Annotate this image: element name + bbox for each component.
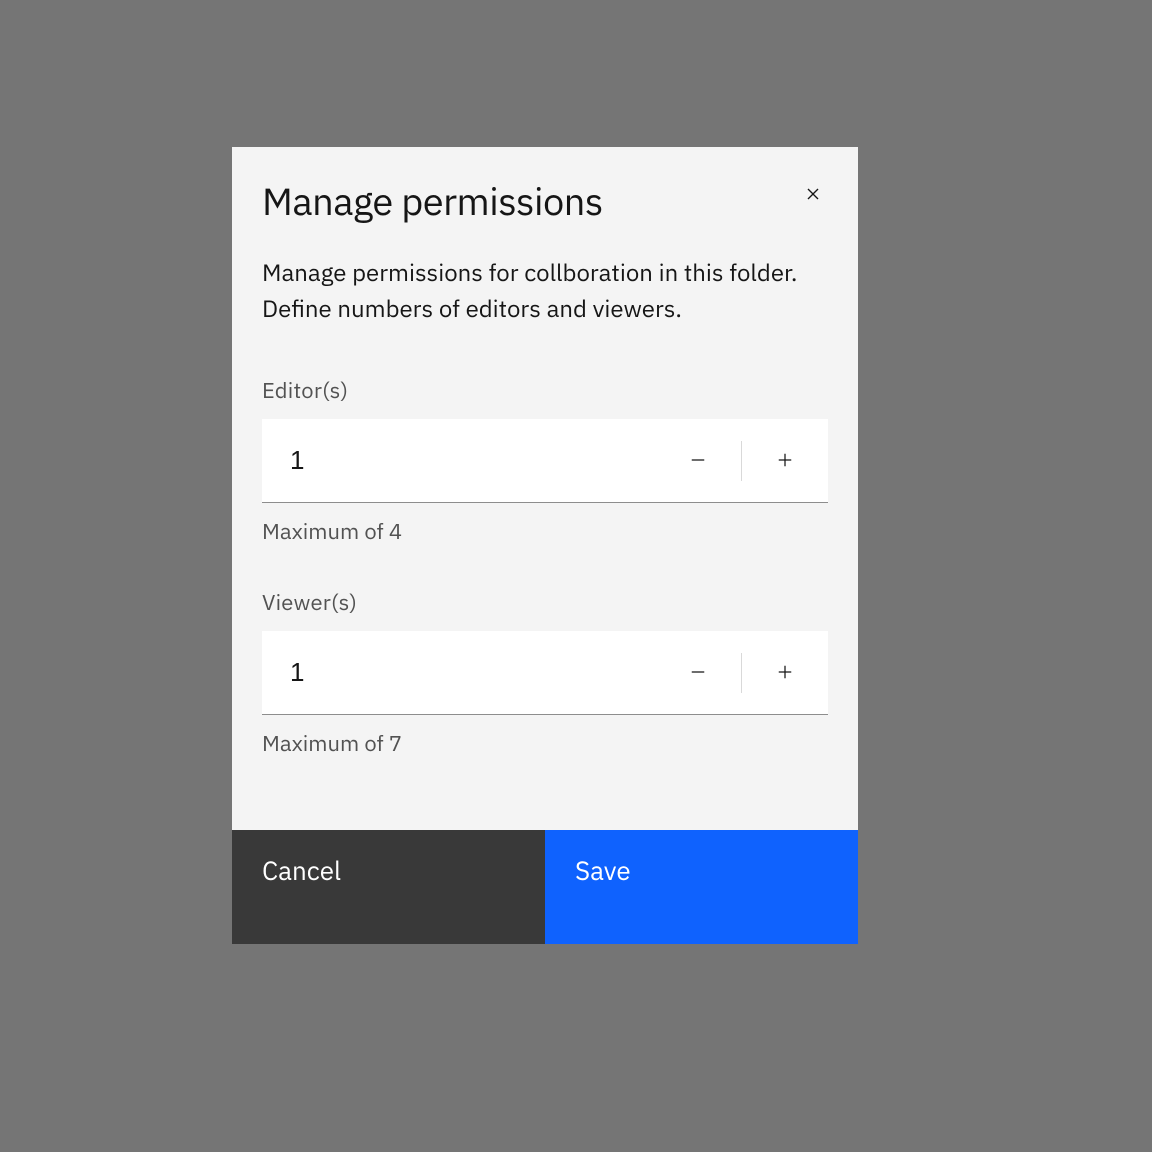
editors-increment-button[interactable] bbox=[742, 419, 828, 502]
viewers-field: Viewer(s) Maximum of 7 bbox=[232, 588, 858, 758]
minus-icon bbox=[688, 444, 708, 478]
save-button[interactable]: Save bbox=[545, 830, 858, 944]
modal-description: Manage permissions for collboration in t… bbox=[232, 226, 858, 326]
editors-value-input[interactable] bbox=[262, 419, 655, 502]
plus-icon bbox=[775, 656, 795, 690]
modal-footer: Cancel Save bbox=[232, 830, 858, 944]
viewers-helper-text: Maximum of 7 bbox=[262, 729, 828, 758]
viewers-number-input bbox=[262, 631, 828, 715]
editors-field: Editor(s) Maximum of 4 bbox=[232, 376, 858, 546]
minus-icon bbox=[688, 656, 708, 690]
viewers-increment-button[interactable] bbox=[742, 631, 828, 714]
plus-icon bbox=[775, 444, 795, 478]
close-button[interactable] bbox=[796, 177, 830, 214]
cancel-button[interactable]: Cancel bbox=[232, 830, 545, 944]
editors-label: Editor(s) bbox=[262, 376, 828, 405]
viewers-decrement-button[interactable] bbox=[655, 631, 741, 714]
viewers-value-input[interactable] bbox=[262, 631, 655, 714]
editors-decrement-button[interactable] bbox=[655, 419, 741, 502]
viewers-label: Viewer(s) bbox=[262, 588, 828, 617]
modal-title: Manage permissions bbox=[262, 177, 603, 226]
permissions-modal: Manage permissions Manage permissions fo… bbox=[232, 147, 858, 944]
close-icon bbox=[802, 183, 824, 208]
editors-helper-text: Maximum of 4 bbox=[262, 517, 828, 546]
modal-header: Manage permissions bbox=[232, 147, 858, 226]
editors-number-input bbox=[262, 419, 828, 503]
